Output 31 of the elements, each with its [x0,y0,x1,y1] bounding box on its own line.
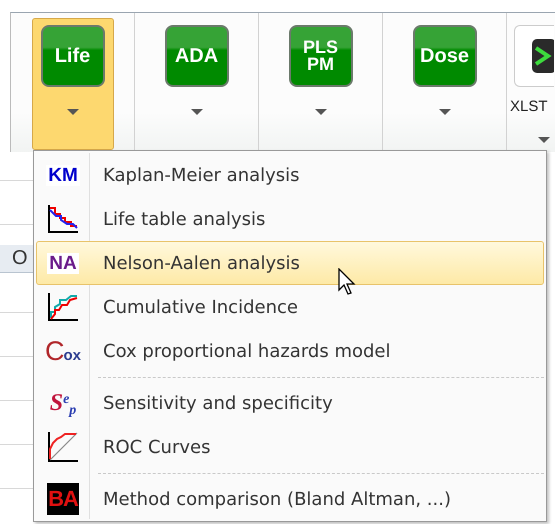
app-icon: Dose [412,25,476,87]
app-icon: PLS PM [288,25,352,87]
letters-icon: BA [47,483,79,515]
mouse-pointer-icon [338,268,356,296]
app-icon: ADA [164,25,228,87]
ribbon-button[interactable]: Life [32,18,114,150]
step-chart-icon [47,204,79,234]
menu-item[interactable]: NA Nelson-Aalen analysis [36,241,544,285]
ribbon-button[interactable]: PLS PM [280,18,362,150]
menu-item[interactable]: BA Method comparison (Bland Altman, ...) [36,477,544,521]
menu-item[interactable]: Cumulative Incidence [36,285,544,329]
menu-item[interactable]: KM Kaplan-Meier analysis [36,153,544,197]
letters-icon: NA [47,252,79,274]
ribbon-button[interactable]: XLST [509,18,553,150]
menu-item[interactable]: Cox Cox proportional hazards model [36,329,544,373]
column-header: O [12,247,28,270]
caret-icon [66,109,78,115]
letters-icon: KM [46,164,80,186]
caret-icon [438,109,450,115]
menu-item[interactable]: ROC Curves [36,425,544,469]
roc-curve-icon [47,431,79,463]
menu-item[interactable]: Life table analysis [36,197,544,241]
curve-chart-icon [47,292,79,322]
app-icon: Life [40,25,104,87]
letters-icon: Cox [44,338,81,364]
ribbon-button[interactable]: Dose [404,18,486,150]
caret-icon [538,137,550,143]
terminal-icon [514,25,554,87]
caret-icon [190,109,202,115]
ribbon-button[interactable]: ADA [156,18,238,150]
caret-icon [314,109,326,115]
